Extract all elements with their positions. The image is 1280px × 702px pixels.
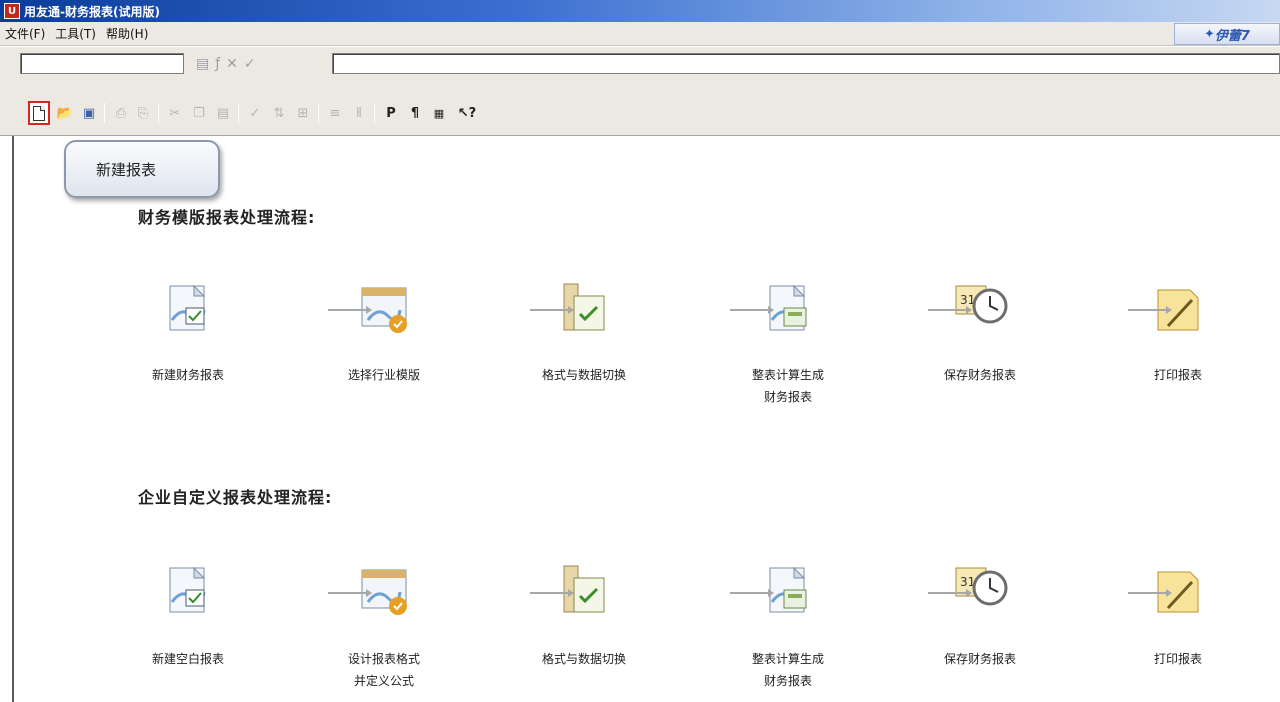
toolbar-separator — [238, 103, 239, 123]
flow1-step-label: 新建财务报表 — [151, 368, 224, 382]
flow1-step-label: 格式与数据切换 — [541, 368, 626, 382]
insert-row-icon[interactable]: ≡ — [324, 101, 346, 125]
flow1-step-2[interactable]: 选择行业模版 — [309, 280, 459, 386]
flow-arrow — [328, 306, 372, 314]
flow1-step-3[interactable]: 格式与数据切换 — [509, 280, 659, 386]
cut-icon[interactable]: ✂ — [164, 101, 186, 125]
toolbar-separator — [104, 103, 105, 123]
format-painter-icon[interactable]: ✓ — [244, 101, 266, 125]
menu-bar: 文件(F) 工具(T) 帮助(H) ✦ 伊蕾7 — [0, 22, 1280, 46]
flow-arrow — [328, 589, 372, 597]
flow2-step-label: 保存财务报表 — [943, 652, 1016, 666]
flow-arrow — [730, 589, 774, 597]
copy-icon[interactable]: ❐ — [188, 101, 210, 125]
flow-arrow — [928, 306, 972, 314]
flow2-step-1[interactable]: 新建空白报表 — [113, 562, 263, 670]
print-icon[interactable]: ⎘ — [132, 101, 154, 125]
paste-icon[interactable]: ▤ — [212, 101, 234, 125]
toolbar: 📂 ▣ ⎙ ⎘ ✂ ❐ ▤ ✓ ⇅ ⊞ ≡ ⫴ P ¶ ▦ ↖? — [0, 99, 1280, 136]
new-report-icon[interactable] — [160, 562, 216, 622]
menu-help[interactable]: 帮助(H) — [101, 25, 153, 42]
flow2-step-label: 格式与数据切换 — [541, 652, 626, 666]
toolbar-separator — [374, 103, 375, 123]
menu-tools[interactable]: 工具(T) — [50, 25, 101, 42]
flow1-step-1[interactable]: 新建财务报表 — [113, 280, 263, 386]
flow-arrow — [1128, 589, 1172, 597]
flow2-step-label: 新建空白报表 — [151, 652, 224, 666]
formula-input[interactable] — [332, 53, 1280, 74]
flow1-title: 财务模版报表处理流程: — [138, 208, 316, 227]
flow2-step-label: 整表计算生成 财务报表 — [751, 652, 824, 688]
flow2-step-5[interactable]: 31 保存财务报表 — [905, 562, 1055, 670]
flow-arrow — [530, 589, 574, 597]
flow1-step-5[interactable]: 31 保存财务报表 — [905, 280, 1055, 386]
flow1-step-label: 选择行业模版 — [347, 368, 420, 382]
brand-text: 伊蕾7 — [1214, 28, 1250, 44]
print-preview-icon[interactable]: ⎙ — [110, 101, 132, 125]
edit-tools: ▤ ƒ ✕ ✓ — [196, 53, 256, 74]
flow1-step-label: 打印报表 — [1153, 368, 1202, 382]
sort-icon[interactable]: ⇅ — [268, 101, 290, 125]
flow1-step-label: 整表计算生成 财务报表 — [751, 368, 824, 404]
chart-icon[interactable]: ▦ — [428, 101, 450, 125]
save-icon[interactable]: ▣ — [78, 101, 100, 125]
function-icon[interactable]: ƒ — [215, 56, 220, 72]
flow2-step-4[interactable]: 整表计算生成 财务报表 — [713, 562, 863, 692]
flow-arrow — [730, 306, 774, 314]
flow2-title: 企业自定义报表处理流程: — [138, 488, 333, 507]
new-report-button[interactable] — [28, 101, 50, 125]
app-icon: U — [4, 3, 20, 19]
help-icon[interactable]: ↖? — [456, 101, 478, 125]
open-folder-icon[interactable]: 📂 — [54, 101, 76, 125]
menu-file[interactable]: 文件(F) — [0, 25, 50, 42]
flow1-step-4[interactable]: 整表计算生成 财务报表 — [713, 280, 863, 408]
filter-icon[interactable]: ⊞ — [292, 101, 314, 125]
flow2-step-label: 设计报表格式 并定义公式 — [347, 652, 420, 688]
toolbar-separator — [318, 103, 319, 123]
flow-arrow — [1128, 306, 1172, 314]
title-bar: U 用友通-财务报表(试用版) — [0, 0, 1280, 22]
toolbar-separator — [158, 103, 159, 123]
confirm-icon[interactable]: ✓ — [244, 56, 256, 72]
flow1-step-6[interactable]: 打印报表 — [1103, 280, 1253, 386]
new-report-icon[interactable] — [160, 280, 216, 340]
cell-reference-box[interactable] — [20, 53, 184, 74]
cancel-icon[interactable]: ✕ — [226, 56, 238, 72]
edit-bar: ▤ ƒ ✕ ✓ — [0, 47, 1280, 99]
new-report-tooltip: 新建报表 — [64, 140, 220, 198]
flow-arrow — [928, 589, 972, 597]
flow-arrow — [530, 306, 574, 314]
flow2-step-2[interactable]: 设计报表格式 并定义公式 — [309, 562, 459, 692]
p-icon[interactable]: P — [380, 101, 402, 125]
function-list-icon[interactable]: ▤ — [196, 56, 209, 72]
paragraph-icon[interactable]: ¶ — [404, 101, 426, 125]
insert-col-icon[interactable]: ⫴ — [348, 101, 370, 125]
flow2-step-label: 打印报表 — [1153, 652, 1202, 666]
new-file-icon — [33, 105, 45, 121]
flow2-step-3[interactable]: 格式与数据切换 — [509, 562, 659, 670]
flow1-step-label: 保存财务报表 — [943, 368, 1016, 382]
window-title: 用友通-财务报表(试用版) — [24, 4, 160, 19]
flow2-step-6[interactable]: 打印报表 — [1103, 562, 1253, 670]
brand-logo: ✦ 伊蕾7 — [1174, 23, 1280, 45]
